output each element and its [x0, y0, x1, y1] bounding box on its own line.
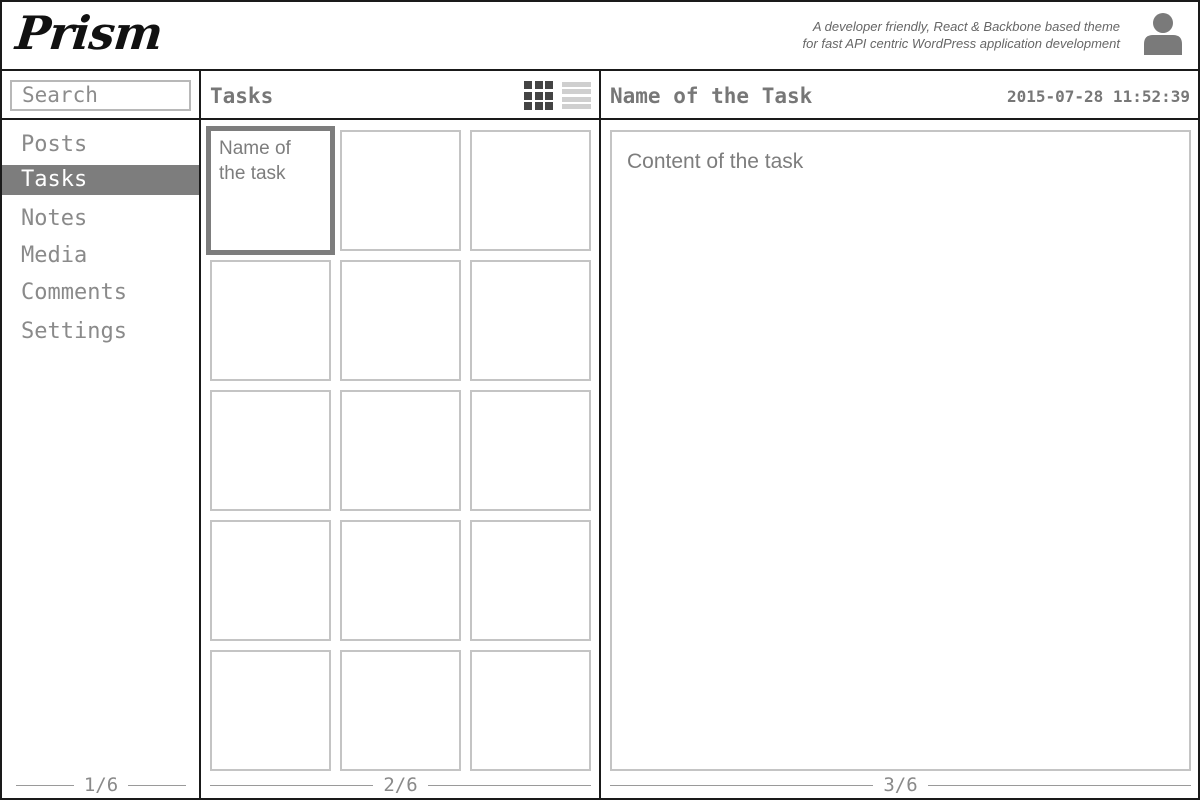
list-title: Tasks: [210, 84, 274, 108]
task-tile[interactable]: [470, 260, 591, 381]
app-logo[interactable]: Prism: [13, 4, 165, 62]
list-pager: 2/6: [210, 774, 592, 796]
task-tile[interactable]: [470, 520, 591, 641]
task-detail-panel[interactable]: Content of the task: [610, 130, 1191, 771]
sidebar-pager: 1/6: [16, 774, 187, 796]
task-grid: Name of the task: [206, 126, 591, 771]
sidebar-divider: [199, 70, 201, 800]
list-view-icon[interactable]: [562, 82, 591, 109]
grid-view-icon[interactable]: [524, 81, 553, 110]
task-tile[interactable]: [470, 130, 591, 251]
task-tile[interactable]: [340, 260, 461, 381]
task-tile[interactable]: [340, 520, 461, 641]
task-content: Content of the task: [627, 150, 804, 173]
task-tile[interactable]: [210, 520, 331, 641]
tagline-line-1: A developer friendly, React & Backbone b…: [812, 19, 1120, 34]
pager-rule: [16, 784, 74, 786]
sidebar-item-posts[interactable]: Posts: [2, 130, 199, 160]
sidebar-item-tasks[interactable]: Tasks: [2, 165, 199, 195]
app-header: Prism A developer friendly, React & Back…: [0, 0, 1200, 71]
task-tile-selected[interactable]: Name of the task: [206, 126, 335, 255]
pager-rule: [128, 784, 187, 786]
task-tile[interactable]: [470, 390, 591, 511]
sidebar-item-notes[interactable]: Notes: [2, 204, 199, 234]
detail-title: Name of the Task: [610, 84, 813, 108]
sidebar-item-media[interactable]: Media: [2, 241, 199, 271]
task-tile[interactable]: [210, 260, 331, 381]
user-avatar-icon[interactable]: [1143, 12, 1183, 56]
search-input[interactable]: Search: [10, 80, 191, 111]
toolbar-divider: [0, 118, 1200, 120]
pager-rule: [427, 784, 592, 786]
detail-timestamp: 2015-07-28 11:52:39: [1006, 87, 1190, 106]
list-divider: [599, 70, 601, 800]
pager-rule: [210, 784, 374, 786]
tagline: A developer friendly, React & Backbone b…: [803, 18, 1120, 52]
task-tile[interactable]: [340, 130, 461, 251]
detail-page-indicator: 3/6: [883, 774, 918, 796]
sidebar-item-comments[interactable]: Comments: [2, 278, 199, 308]
task-tile[interactable]: [470, 650, 591, 771]
sidebar-item-settings[interactable]: Settings: [2, 317, 199, 347]
sidebar-page-indicator: 1/6: [83, 774, 119, 796]
task-tile-label: Name of the task: [219, 138, 291, 184]
tagline-line-2: for fast API centric WordPress applicati…: [802, 36, 1120, 51]
pager-rule: [927, 784, 1192, 786]
pager-rule: [610, 784, 874, 786]
task-tile[interactable]: [210, 390, 331, 511]
detail-pager: 3/6: [610, 774, 1192, 796]
task-tile[interactable]: [340, 650, 461, 771]
task-tile[interactable]: [210, 650, 331, 771]
task-tile[interactable]: [340, 390, 461, 511]
list-page-indicator: 2/6: [383, 774, 418, 796]
